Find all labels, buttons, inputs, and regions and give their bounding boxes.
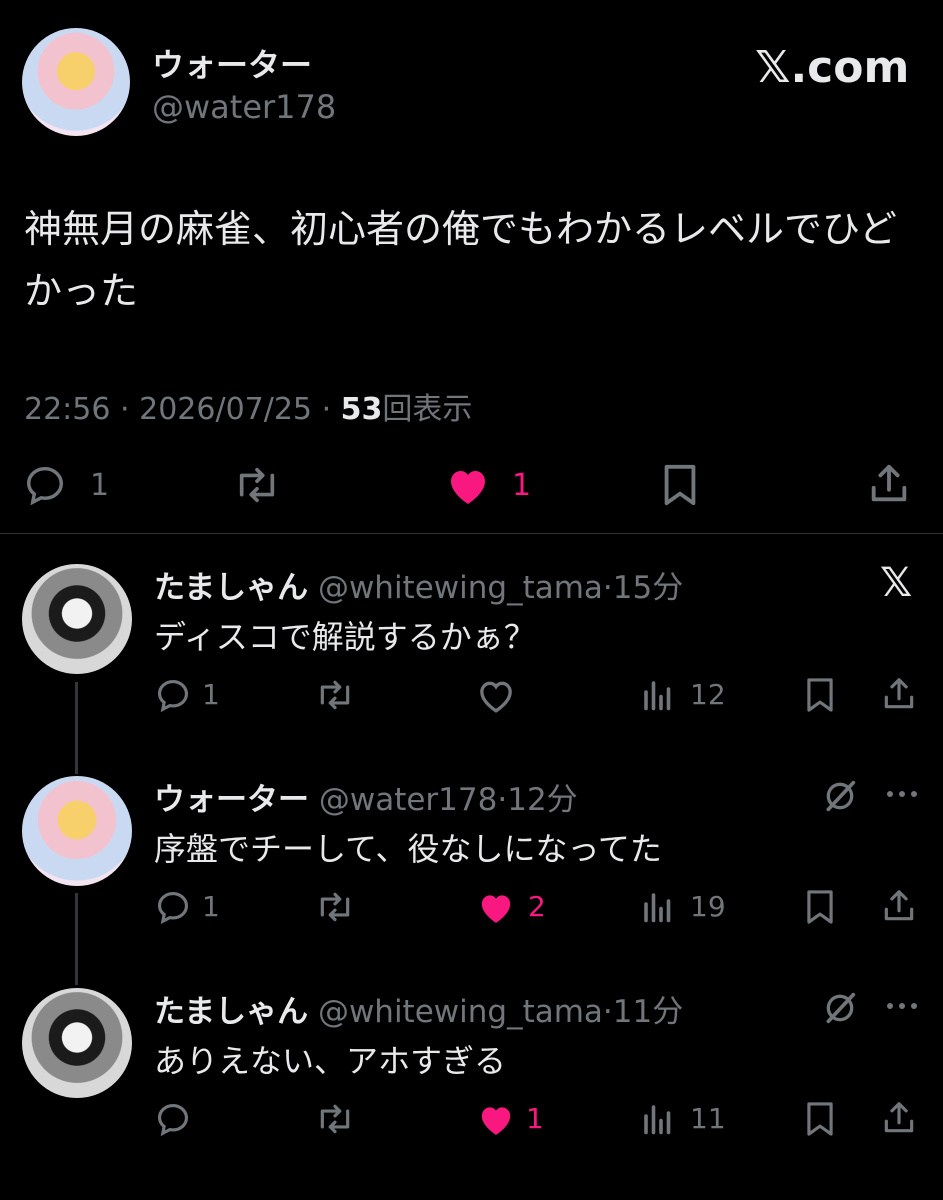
share-button[interactable] — [880, 674, 918, 714]
reply-header: たましゃん @whitewing_tama·15分 — [154, 570, 684, 606]
share-icon — [871, 464, 907, 502]
views-button[interactable] — [640, 676, 676, 714]
repost-button[interactable] — [314, 676, 356, 714]
views-label: 回表示 — [382, 392, 473, 427]
avatar[interactable] — [22, 28, 130, 136]
bookmark-icon — [664, 464, 696, 506]
thread-connector — [75, 893, 78, 985]
reply-count: 1 — [90, 468, 110, 503]
share-button[interactable] — [880, 1098, 918, 1138]
reply-icon — [157, 679, 189, 713]
more-icon[interactable] — [884, 1000, 920, 1012]
handle[interactable]: @water178 — [319, 782, 498, 818]
like-button[interactable] — [444, 462, 492, 508]
meta-separator: · — [321, 392, 332, 427]
share-icon — [884, 1102, 914, 1133]
avatar[interactable] — [22, 988, 132, 1098]
repost-button[interactable] — [232, 462, 282, 508]
heart-filled-icon — [451, 471, 485, 504]
display-name[interactable]: ウォーター — [152, 40, 312, 86]
bookmark-button[interactable] — [804, 888, 836, 926]
thread-connector — [75, 682, 78, 774]
grok-icon[interactable] — [820, 988, 860, 1028]
repost-button[interactable] — [314, 1100, 356, 1138]
heart-outline-icon — [480, 681, 512, 713]
reply-count: 1 — [202, 890, 220, 923]
x-logo-icon: 𝕏 — [880, 560, 913, 606]
reply-button[interactable] — [22, 462, 68, 508]
bookmark-button[interactable] — [804, 676, 836, 714]
meta-separator: · — [120, 392, 130, 427]
views-button[interactable] — [640, 1100, 676, 1138]
like-count: 2 — [528, 890, 546, 923]
reply-text: 序盤でチーして、役なしになってた — [154, 830, 662, 868]
reply-button[interactable] — [154, 888, 192, 926]
reply-button[interactable] — [154, 1100, 192, 1138]
display-name[interactable]: ウォーター — [154, 782, 309, 818]
repost-button[interactable] — [314, 888, 356, 926]
bookmark-icon — [807, 890, 833, 924]
like-count: 1 — [526, 1102, 544, 1135]
repost-icon — [320, 680, 350, 710]
reply-time[interactable]: 15分 — [613, 570, 683, 606]
post-time: 22:56 — [24, 392, 111, 427]
avatar[interactable] — [22, 564, 132, 674]
views-button[interactable] — [640, 888, 676, 926]
reply-time[interactable]: 11分 — [613, 994, 683, 1030]
repost-icon — [320, 1104, 350, 1134]
post-meta: 22:56 · 2026/07/25 · 53回表示 — [24, 384, 472, 428]
grok-icon[interactable] — [820, 776, 860, 816]
heart-filled-icon — [481, 895, 511, 923]
avatar[interactable] — [22, 776, 132, 886]
divider — [0, 533, 943, 534]
reply-text: ありえない、アホすぎる — [154, 1042, 507, 1080]
share-icon — [884, 678, 914, 709]
display-name[interactable]: たましゃん — [154, 570, 308, 606]
bookmark-button[interactable] — [660, 462, 700, 508]
heart-filled-icon — [481, 1107, 511, 1135]
reply-header: ウォーター @water178·12分 — [154, 782, 578, 818]
repost-icon — [239, 467, 275, 503]
bookmark-icon — [807, 1102, 833, 1136]
share-icon — [884, 890, 914, 921]
analytics-icon — [644, 893, 671, 923]
reply-button[interactable] — [154, 676, 192, 714]
reply-text: ディスコで解説するかぁ？ — [154, 618, 536, 656]
more-icon[interactable] — [884, 788, 920, 800]
analytics-icon — [644, 681, 671, 711]
like-button[interactable] — [476, 676, 516, 714]
reply-icon — [157, 1103, 189, 1137]
share-button[interactable] — [866, 460, 912, 508]
views-count: 11 — [690, 1102, 726, 1135]
bookmark-button[interactable] — [804, 1100, 836, 1138]
reply-header: たましゃん @whitewing_tama·11分 — [154, 994, 684, 1030]
display-name[interactable]: たましゃん — [154, 994, 308, 1030]
handle[interactable]: @water178 — [152, 88, 336, 126]
reply-icon — [26, 466, 64, 506]
views-count: 19 — [690, 890, 726, 923]
bookmark-icon — [807, 678, 833, 712]
brand-logo: 𝕏.com — [755, 42, 910, 93]
reply-icon — [157, 891, 189, 925]
reply-count: 1 — [202, 678, 220, 711]
handle[interactable]: @whitewing_tama — [318, 994, 603, 1030]
views-count: 12 — [690, 678, 726, 711]
post-date: 2026/07/25 — [139, 392, 313, 427]
like-count: 1 — [512, 468, 532, 503]
handle[interactable]: @whitewing_tama — [318, 570, 603, 606]
like-button[interactable] — [476, 888, 516, 926]
share-button[interactable] — [880, 886, 918, 926]
post-text: 神無月の麻雀、初心者の俺でもわかるレベルでひどかった — [24, 207, 897, 313]
views-count: 53 — [340, 392, 383, 427]
repost-icon — [320, 892, 350, 922]
reply-time[interactable]: 12分 — [507, 782, 577, 818]
analytics-icon — [644, 1105, 671, 1135]
like-button[interactable] — [476, 1100, 516, 1138]
